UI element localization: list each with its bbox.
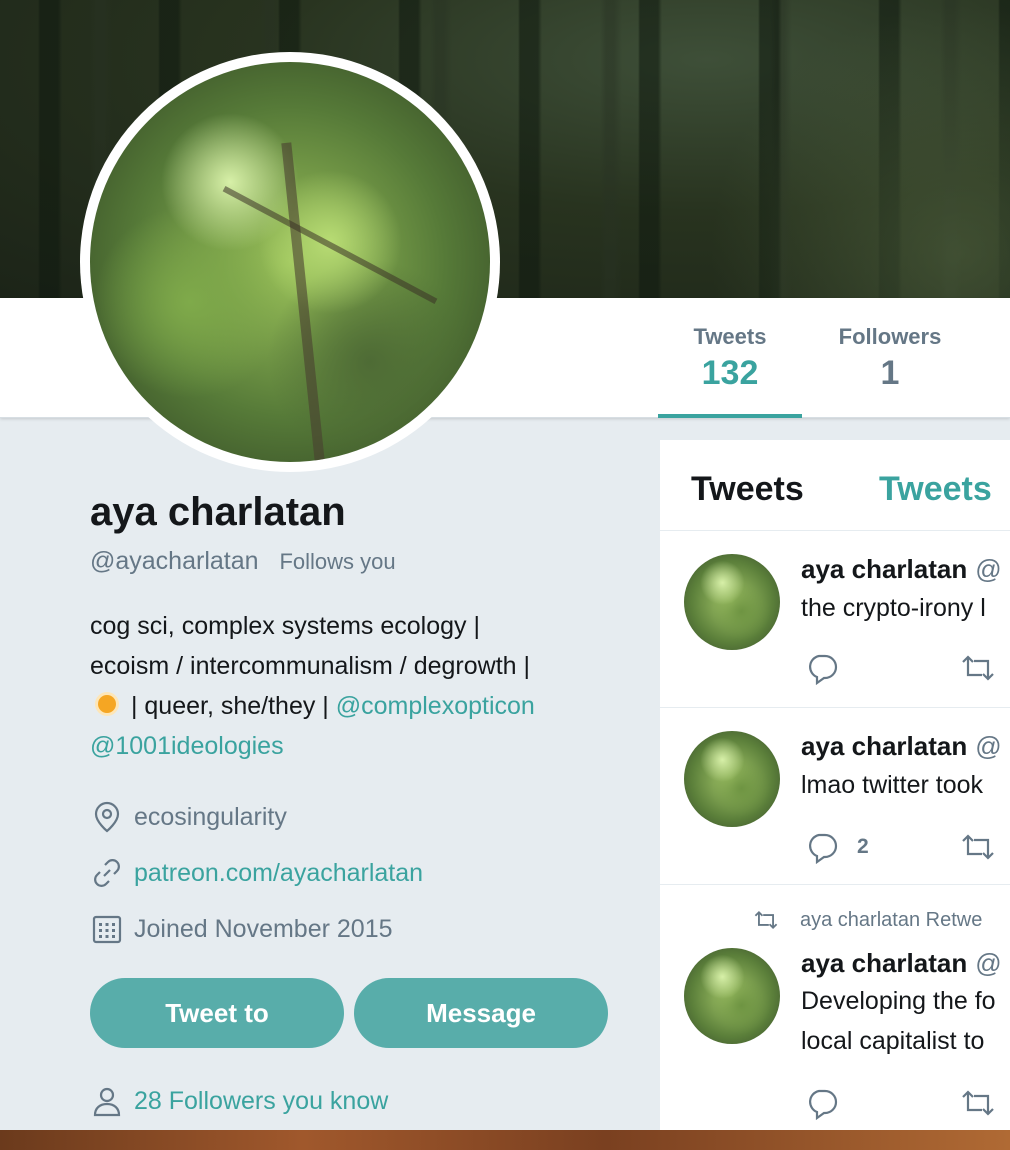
tweet-avatar[interactable] xyxy=(684,948,780,1044)
profile-card: aya charlatan @ayacharlatan Follows you … xyxy=(90,490,630,766)
retweet-icon[interactable] xyxy=(960,830,996,864)
bio-mention-complexopticon[interactable]: @complexopticon xyxy=(336,692,535,720)
follows-you-badge: Follows you xyxy=(279,549,396,574)
tweet-item[interactable]: aya charlatan Retwe aya charlatan @ Devel… xyxy=(660,886,1010,1130)
joined-row: Joined November 2015 xyxy=(90,912,393,946)
location-row: ecosingularity xyxy=(90,800,287,834)
joined-text: Joined November 2015 xyxy=(134,914,393,943)
tweet-author-handle: @ xyxy=(975,554,1002,584)
person-icon xyxy=(93,1087,121,1117)
profile-bio: cog sci, complex systems ecology | ecois… xyxy=(90,606,630,766)
nav-tweets[interactable]: Tweets 132 xyxy=(658,298,802,418)
tweet-text: the crypto-irony l xyxy=(801,594,986,622)
location-pin-icon xyxy=(90,800,124,834)
retweet-icon[interactable] xyxy=(960,651,996,685)
link-icon xyxy=(90,856,124,890)
bio-line-2: ecoism / intercommunalism / degrowth | xyxy=(90,652,530,680)
nav-followers-label: Followers xyxy=(838,324,942,349)
timeline-panel: Tweets Tweets aya charlatan @ the crypto-… xyxy=(660,440,1010,1130)
tweet-actions: 2 xyxy=(805,830,869,864)
retweet-icon[interactable] xyxy=(960,1086,996,1120)
tweet-text-line-1: Developing the fo xyxy=(801,987,996,1015)
bio-mention-1001ideologies[interactable]: @1001ideologies xyxy=(90,732,284,760)
tweet-author-name: aya charlatan xyxy=(801,554,968,584)
retweet-context: aya charlatan Retwe xyxy=(752,908,982,932)
profile-avatar[interactable] xyxy=(80,52,500,472)
reply-icon[interactable] xyxy=(805,830,839,864)
nav-followers[interactable]: Followers 1 xyxy=(816,298,964,418)
tweet-author-name: aya charlatan xyxy=(801,948,968,978)
profile-handle[interactable]: @ayacharlatan xyxy=(90,547,259,575)
bio-line-3: | queer, she/they | xyxy=(124,692,336,720)
avatar-image xyxy=(90,62,490,462)
tweet-author-handle: @ xyxy=(975,731,1002,761)
nav-tweets-count: 132 xyxy=(701,354,759,392)
website-row: patreon.com/ayacharlatan xyxy=(90,856,423,890)
bio-line-1: cog sci, complex systems ecology | xyxy=(90,612,480,640)
website-link[interactable]: patreon.com/ayacharlatan xyxy=(134,859,423,888)
timeline-tabs: Tweets Tweets xyxy=(660,440,1010,531)
tweet-author[interactable]: aya charlatan @ xyxy=(801,948,1002,979)
reply-icon[interactable] xyxy=(805,651,839,685)
reply-count: 2 xyxy=(857,835,869,858)
location-text: ecosingularity xyxy=(134,802,287,831)
tweet-to-button[interactable]: Tweet to xyxy=(90,978,344,1048)
handle-row: @ayacharlatan Follows you xyxy=(90,547,630,576)
calendar-icon xyxy=(90,912,124,946)
tweet-text: lmao twitter took xyxy=(801,771,984,799)
tweet-author-handle: @ xyxy=(975,948,1002,978)
tweet-author[interactable]: aya charlatan @ xyxy=(801,554,1002,585)
retweet-context-text[interactable]: aya charlatan Retwe xyxy=(800,909,982,932)
message-button[interactable]: Message xyxy=(354,978,608,1048)
nav-tweets-label: Tweets xyxy=(693,324,767,349)
tweet-avatar[interactable] xyxy=(684,554,780,650)
nav-followers-count: 1 xyxy=(880,354,900,392)
tweet-item[interactable]: aya charlatan @ lmao twitter took 2 xyxy=(660,709,1010,885)
followers-you-know-link[interactable]: 28 Followers you know xyxy=(90,1084,388,1118)
retweet-context-icon xyxy=(754,910,778,930)
tweet-author-name: aya charlatan xyxy=(801,731,968,761)
reply-icon[interactable] xyxy=(805,1086,839,1120)
tweet-item[interactable]: aya charlatan @ the crypto-irony l xyxy=(660,532,1010,708)
followers-you-know-text: 28 Followers you know xyxy=(134,1086,389,1115)
tweet-text-line-2: local capitalist to xyxy=(801,1027,985,1055)
tweet-avatar[interactable] xyxy=(684,731,780,827)
tweet-author[interactable]: aya charlatan @ xyxy=(801,731,1002,762)
tab-tweets-and-replies[interactable]: Tweets xyxy=(879,470,992,509)
tweet-actions xyxy=(805,651,839,685)
background-strip xyxy=(0,1130,1010,1150)
profile-name[interactable]: aya charlatan xyxy=(90,490,630,535)
tab-tweets[interactable]: Tweets xyxy=(691,470,804,509)
sun-emoji-icon xyxy=(90,689,124,719)
tweet-actions xyxy=(805,1086,839,1120)
